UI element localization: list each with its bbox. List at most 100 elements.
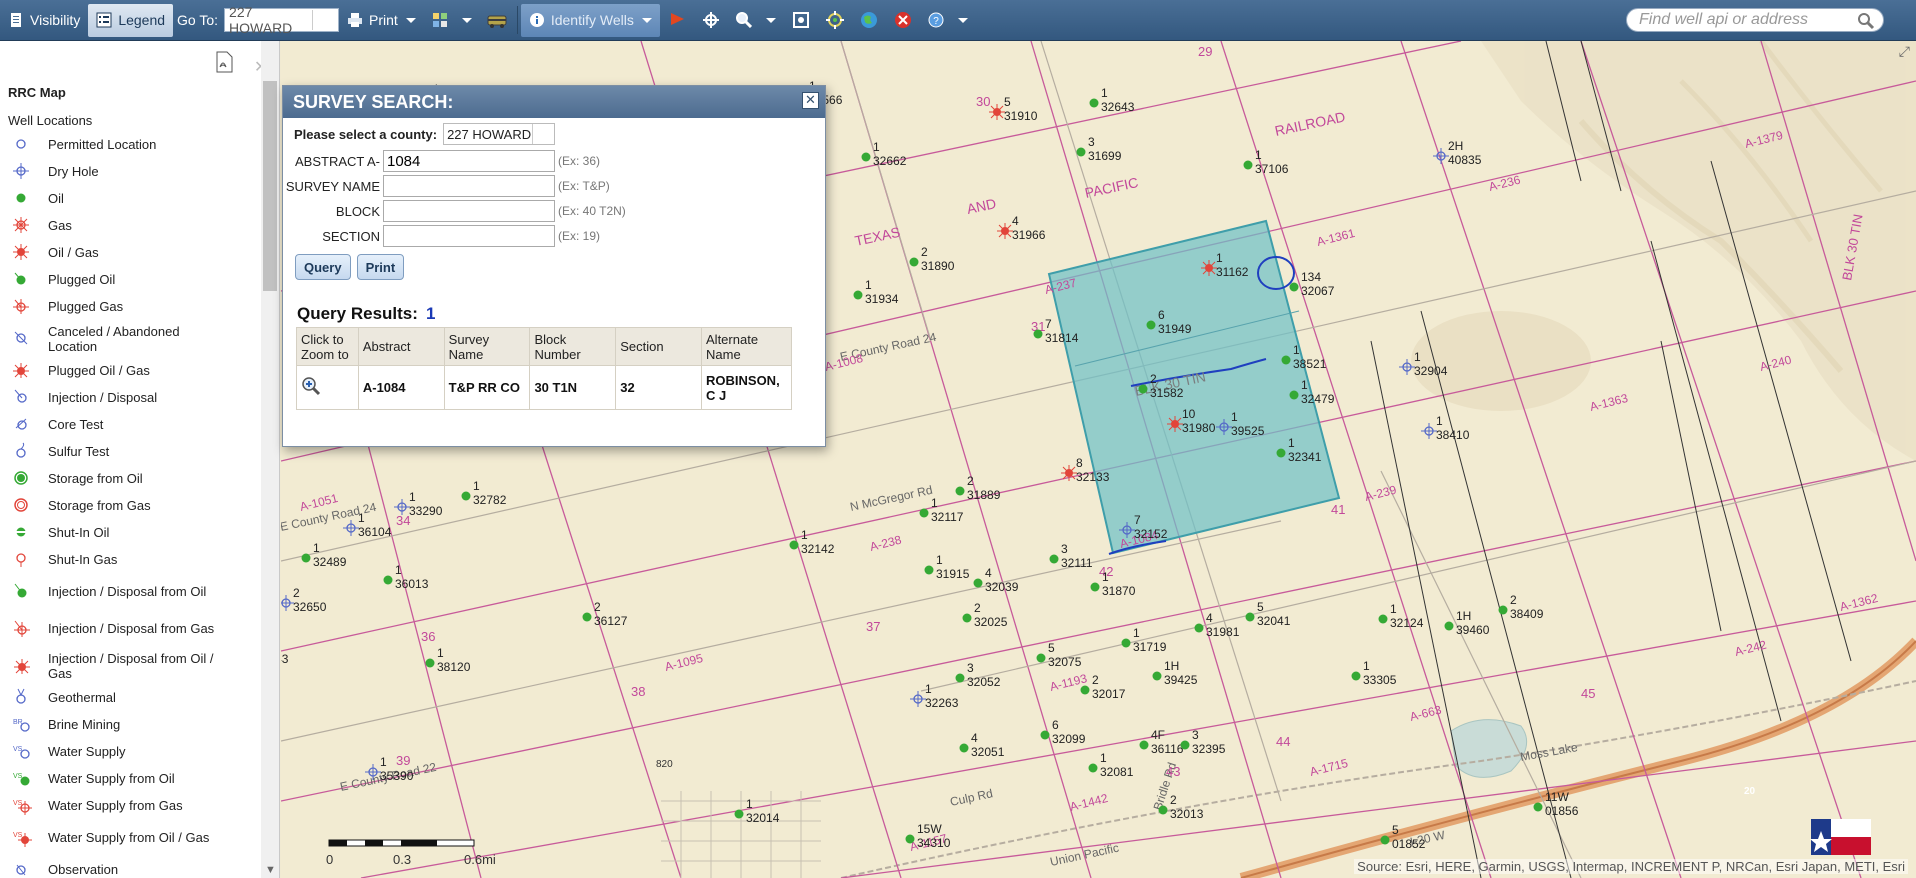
county-dropdown-box[interactable]	[532, 124, 554, 144]
well-api: 31910	[1004, 109, 1038, 123]
well-number: 4	[1206, 611, 1213, 625]
storage-gas-icon	[8, 496, 48, 516]
well-search-input[interactable]: Find well api or address	[1626, 8, 1884, 32]
section-number: 39	[396, 753, 410, 768]
oil-well-icon	[1158, 805, 1168, 815]
abstract-input[interactable]: 1084	[383, 150, 555, 172]
crosshair-tool-button[interactable]	[694, 4, 728, 37]
well-number: 11W	[1545, 790, 1569, 804]
col-zoom: Click to Zoom to	[296, 327, 359, 366]
print-results-button[interactable]: Print	[356, 254, 405, 280]
chevron-down-icon	[641, 17, 652, 23]
well-api: 01856	[1545, 804, 1579, 818]
oil-gas-icon	[8, 243, 48, 263]
oil-well-icon	[1080, 685, 1090, 695]
scrollbar-thumb[interactable]	[263, 81, 277, 291]
section-input[interactable]	[383, 225, 555, 247]
abstract-cell: A-1084	[357, 365, 445, 410]
gas-icon	[8, 216, 48, 236]
oil-well-icon	[1180, 740, 1190, 750]
county-select[interactable]: 227 HOWARD	[443, 123, 556, 145]
goto-dropdown-box[interactable]	[312, 10, 334, 30]
well-api: 31162	[1216, 265, 1249, 279]
legend-icon	[96, 12, 112, 28]
map-expand-icon[interactable]: ⤢	[1899, 43, 1910, 60]
legend-item-label: Water Supply	[48, 744, 126, 759]
water-supply-oil-gas-icon: VS	[8, 828, 48, 848]
block-number-cell: 30 T1N	[529, 365, 617, 410]
zoom-tool-button[interactable]	[728, 4, 784, 37]
well-rays	[1201, 260, 1217, 276]
locate-button[interactable]	[818, 4, 852, 37]
well-number: 1	[358, 511, 365, 525]
results-table: Click to Zoom to Abstract Survey Name Bl…	[296, 327, 792, 410]
well-rays	[989, 104, 1005, 120]
scale-bar	[328, 839, 475, 847]
well-number: 1	[380, 755, 387, 769]
oil-well-icon	[853, 290, 863, 300]
globe-button[interactable]	[852, 4, 886, 37]
oil-icon	[8, 189, 48, 209]
block-row: BLOCK (Ex: 40 T2N)	[283, 200, 626, 222]
well-number: 1	[936, 553, 943, 567]
sulfur-test-icon	[8, 442, 48, 462]
print-button[interactable]: Print	[339, 4, 424, 37]
goto-county-select[interactable]: 227 HOWARD	[224, 4, 340, 36]
injection-oil-gas-icon	[8, 656, 48, 676]
identify-wells-button[interactable]: Identify Wells	[520, 3, 660, 37]
observation-icon	[8, 860, 48, 878]
help-button[interactable]: ?	[920, 4, 976, 37]
oil-well-icon	[1351, 671, 1361, 681]
query-button[interactable]: Query	[295, 254, 351, 280]
geothermal-icon	[8, 688, 48, 708]
oil-well-icon	[1152, 671, 1162, 681]
survey-name-label: SURVEY NAME	[285, 178, 380, 194]
block-input[interactable]	[383, 200, 555, 222]
well-number: 4F	[1151, 728, 1165, 742]
legend-button[interactable]: Legend	[88, 3, 174, 37]
full-extent-button[interactable]	[784, 4, 818, 37]
clear-button[interactable]	[886, 4, 920, 37]
well-api: 32643	[1101, 100, 1135, 114]
legend-item: VS Water Supply from Oil / Gas	[0, 819, 262, 856]
dialog-buttons: Query Print	[295, 254, 410, 280]
well-number: 1	[1133, 626, 1140, 640]
close-icon[interactable]: ✕	[802, 92, 819, 109]
scroll-down-icon[interactable]: ▼	[265, 864, 276, 876]
section-number: 36	[421, 629, 435, 644]
well-number: 1	[409, 490, 416, 504]
search-icon[interactable]	[1857, 12, 1875, 30]
pdf-icon[interactable]	[214, 51, 234, 73]
flag-tool-button[interactable]	[660, 4, 694, 37]
well-number: 7	[1134, 513, 1141, 527]
basemap-button[interactable]	[424, 4, 480, 37]
scale-label: 0.3	[393, 852, 411, 867]
scale-label: 0	[326, 852, 333, 867]
well-number: 1	[873, 140, 880, 154]
legend-item-label: Oil	[48, 191, 64, 206]
well-api: 32782	[473, 493, 507, 507]
legend-list: Permitted Location Dry Hole Oil Gas Oil / Ga…	[0, 131, 262, 878]
survey-name-row: SURVEY NAME (Ex: T&P)	[283, 175, 610, 197]
legend-scrollbar[interactable]: ▼	[261, 41, 279, 878]
oil-well-icon	[1289, 282, 1299, 292]
visibility-button[interactable]: Visibility	[0, 4, 88, 37]
survey-name-input[interactable]	[383, 175, 555, 197]
document-icon	[11, 13, 21, 27]
well-api: 31934	[865, 292, 899, 306]
col-section: Section	[615, 327, 703, 366]
query-results-label: Query Results:	[297, 304, 418, 323]
goto-county-value: 227 HOWARD	[229, 4, 293, 36]
legend-item-label: Plugged Oil / Gas	[48, 363, 150, 378]
oil-well-icon	[909, 257, 919, 267]
oil-well-icon	[861, 152, 871, 162]
legend-item: Permitted Location	[0, 131, 262, 158]
oil-well-icon	[1090, 582, 1100, 592]
well-api: 32395	[1192, 742, 1226, 756]
zoom-to-icon[interactable]	[301, 376, 321, 396]
well-rays	[997, 223, 1013, 239]
table-row[interactable]: A-1084 T&P RR CO 30 T1N 32 ROBINSON, C J	[296, 365, 792, 410]
zoom-cell[interactable]	[296, 365, 359, 410]
legend-item-label: Injection / Disposal from Oil / Gas	[48, 650, 214, 681]
vehicle-tool-button[interactable]	[480, 4, 514, 37]
